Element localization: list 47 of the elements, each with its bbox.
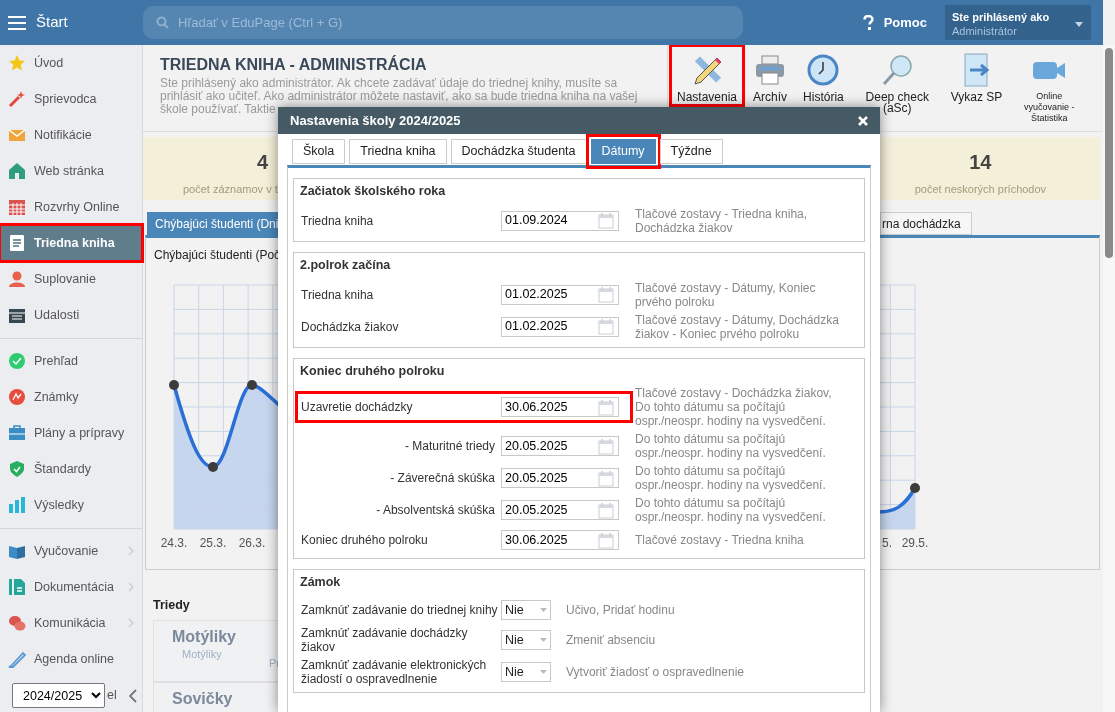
class-name: Sovičky bbox=[172, 688, 233, 708]
field-label: Triedna kniha bbox=[301, 287, 374, 302]
field-note: Tlačové zostavy - Dátumy, Koniec prvého polroku bbox=[635, 280, 817, 309]
field-note: Tlačové zostavy - Triedna kniha bbox=[635, 533, 805, 548]
field-label: - Maturitné triedy bbox=[404, 439, 495, 454]
section-title: Triedy bbox=[153, 597, 190, 614]
stat-value: 4 bbox=[257, 150, 269, 175]
axis-label: 25.3. bbox=[199, 535, 227, 552]
axis-label: 29.5. bbox=[901, 535, 929, 552]
field-label: Zamknúť zadávanie dochádzky žiakov bbox=[301, 626, 468, 654]
field-label: Zamknúť zadávanie do triednej knihy bbox=[301, 603, 498, 617]
user-caption: Ste prihlásený ako bbox=[952, 10, 1050, 24]
field-note: Do tohto dátumu sa počítajú ospr./neospr. hodiny na vysvedčení. bbox=[635, 432, 827, 461]
field-label: Dochádzka žiakov bbox=[301, 319, 399, 334]
user-role: Administrátor bbox=[952, 24, 1017, 38]
field-label: Uzavretie dochádzky bbox=[301, 400, 413, 415]
field-label: - Záverečná skúška bbox=[390, 471, 495, 486]
field-note: Tlačové zostavy - Triedna kniha, Dochádzka žiakov bbox=[635, 206, 809, 235]
description-text: prihlásiť ako učiteľ. Ako administrátor môžete nastaviť, ako sa bude triedna kniha na vašej bbox=[160, 90, 638, 103]
dialog-title: Nastavenia školy 2024/2025 bbox=[290, 111, 461, 130]
sidebar-label: el bbox=[107, 687, 117, 705]
stat-label: počet neskorých príchodov bbox=[914, 182, 1047, 197]
axis-label: 26.3. bbox=[238, 535, 266, 552]
field-note: Vytvoriť žiadosť o ospravedlnenie bbox=[566, 664, 744, 681]
field-note: Zmeniť absenciu bbox=[566, 632, 656, 649]
section-title: Začiatok školského roka bbox=[300, 183, 446, 200]
field-label: Triedna kniha bbox=[301, 213, 374, 228]
class-name: Motýliky bbox=[172, 626, 236, 646]
field-note: Tlačové zostavy - Dátumy, Dochádzka žiakov - Koniec prvého polroku bbox=[635, 312, 840, 341]
field-label: Zamknúť zadávanie elektronických žiadostí o ospravedlnenie bbox=[301, 658, 487, 686]
page-title: TRIEDNA KNIHA - ADMINISTRÁCIA bbox=[160, 55, 427, 75]
field-note: Do tohto dátumu sa počítajú ospr./neospr. hodiny na vysvedčení. bbox=[635, 496, 827, 525]
field-label: Koniec druhého polroku bbox=[301, 533, 428, 548]
field-note: Učivo, Pridať hodinu bbox=[566, 602, 675, 619]
field-note: Tlačové zostavy - Dochádzka žiakov, Do tohto dátumu sa počítajú ospr./neospr. hodiny na vysvedčení. bbox=[635, 386, 833, 429]
section-title: 2.polrok začína bbox=[300, 256, 391, 274]
class-subtitle: Motýliky bbox=[182, 646, 222, 662]
section-title: Koniec druhého polroku bbox=[300, 362, 445, 380]
section-title: Zámok bbox=[300, 574, 341, 592]
stat-value: 14 bbox=[969, 150, 992, 175]
field-note: Do tohto dátumu sa počítajú ospr./neospr. hodiny na vysvedčení. bbox=[635, 464, 827, 493]
field-label: - Absolventská skúška bbox=[376, 503, 495, 518]
description-text: Ste prihlásený ako administrátor. Ak chcete zadávať údaje do triednej knihy, musíte sa bbox=[160, 77, 618, 90]
axis-label: 24.3. bbox=[160, 535, 188, 552]
description-text: škole používať. Taktie bbox=[160, 103, 276, 116]
axis-label: 5. bbox=[882, 535, 892, 552]
stat-label: počet záznamov v t bbox=[183, 182, 278, 197]
